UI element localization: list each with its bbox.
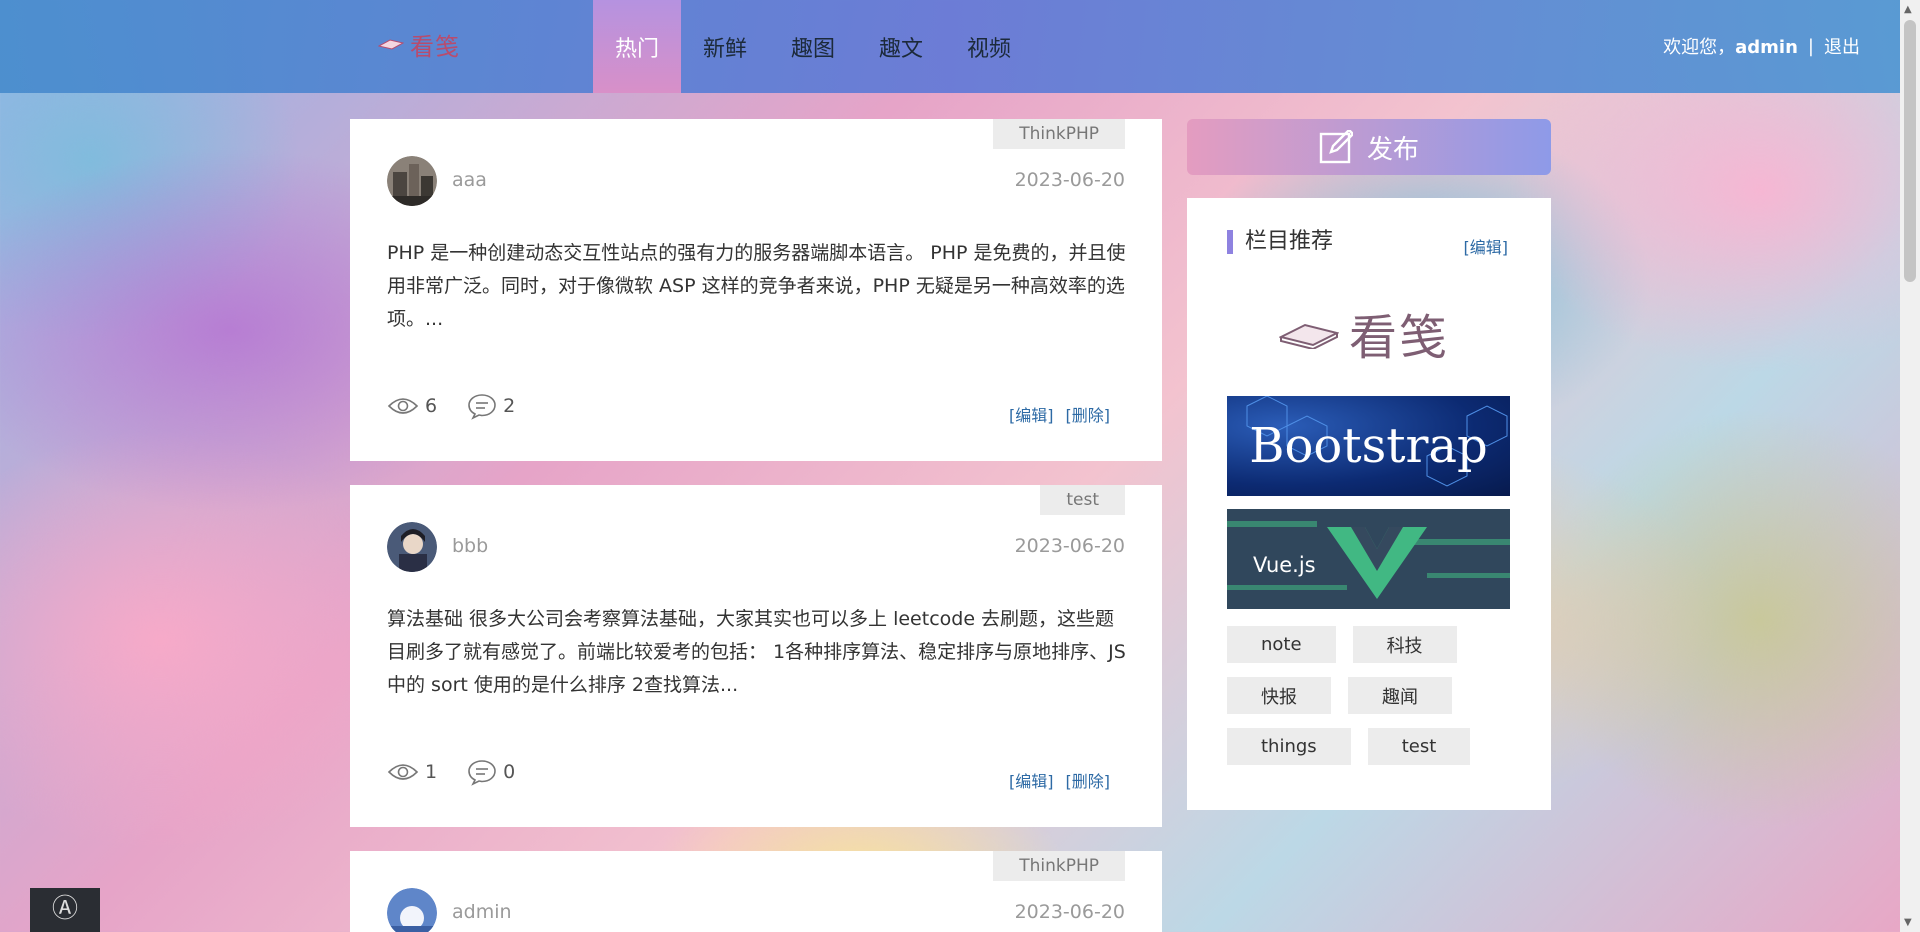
username: admin xyxy=(1735,37,1798,58)
panel-edit-link[interactable]: [编辑] xyxy=(1464,234,1509,258)
avatar[interactable] xyxy=(387,156,437,206)
post-actions: [编辑] [删除] xyxy=(1009,768,1110,792)
views-stat: 6 xyxy=(387,395,437,417)
site-logo[interactable]: 看笺 xyxy=(378,26,460,62)
nav-item-videos[interactable]: 视频 xyxy=(945,0,1033,93)
publish-label: 发布 xyxy=(1366,134,1419,165)
panel-title: 栏目推荐 xyxy=(1227,230,1333,254)
vue-banner-text: Vue.js xyxy=(1253,553,1316,577)
comment-icon xyxy=(468,760,496,786)
bootstrap-banner-text: Bootstrap xyxy=(1249,418,1488,474)
delete-link[interactable]: [删除] xyxy=(1066,402,1111,426)
logo-text: 看笺 xyxy=(410,32,460,61)
post-author[interactable]: aaa xyxy=(452,169,487,191)
views-count: 1 xyxy=(425,761,438,783)
comment-icon xyxy=(468,394,496,420)
logout-link[interactable]: 退出 xyxy=(1824,33,1860,59)
post-card: ThinkPHP aaa 2023-06-20 PHP 是一种创建动态交互性站点… xyxy=(350,119,1162,461)
scroll-down-arrow-icon[interactable]: ▼ xyxy=(1904,917,1912,928)
post-date: 2023-06-20 xyxy=(1014,535,1125,557)
comments-count: 0 xyxy=(503,761,516,783)
eye-icon xyxy=(387,764,419,780)
bootstrap-banner[interactable]: Bootstrap xyxy=(1227,396,1510,496)
main-nav: 热门 新鲜 趣图 趣文 视频 xyxy=(593,0,1033,93)
scroll-thumb[interactable] xyxy=(1904,20,1916,282)
edit-link[interactable]: [编辑] xyxy=(1009,402,1054,426)
post-excerpt[interactable]: PHP 是一种创建动态交互性站点的强有力的服务器端脚本语言。 PHP 是免费的，… xyxy=(387,237,1127,336)
post-category-tag[interactable]: test xyxy=(1040,485,1125,515)
nav-item-fun-articles[interactable]: 趣文 xyxy=(857,0,945,93)
edit-icon xyxy=(1319,130,1353,164)
tag-chip[interactable]: 趣闻 xyxy=(1348,677,1452,714)
tag-chip[interactable]: 快报 xyxy=(1227,677,1331,714)
panel-logo: 看笺 xyxy=(1279,298,1449,368)
post-date: 2023-06-20 xyxy=(1014,169,1125,191)
user-box: 欢迎您，admin | 退出 xyxy=(1663,33,1860,59)
scroll-up-arrow-icon[interactable]: ▲ xyxy=(1904,4,1912,15)
book-icon xyxy=(378,39,404,50)
post-excerpt[interactable]: 算法基础 很多大公司会考察算法基础，大家其实也可以多上 leetcode 去刷题… xyxy=(387,603,1127,702)
recommend-panel: 栏目推荐 [编辑] 看笺 Bootstrap Vue.js note 科技 快报… xyxy=(1187,198,1551,810)
separator: | xyxy=(1807,35,1814,57)
eye-icon xyxy=(387,398,419,414)
tag-chip[interactable]: 科技 xyxy=(1352,626,1457,663)
post-card: ThinkPHP admin 2023-06-20 xyxy=(350,851,1162,932)
post-stats: 6 2 xyxy=(387,392,537,420)
post-category-tag[interactable]: ThinkPHP xyxy=(993,119,1125,149)
post-author[interactable]: bbb xyxy=(452,535,488,557)
tag-cloud: note 科技 快报 趣闻 things test xyxy=(1227,626,1517,765)
post-date: 2023-06-20 xyxy=(1014,901,1125,923)
avatar[interactable] xyxy=(387,522,437,572)
vue-banner[interactable]: Vue.js xyxy=(1227,509,1510,609)
top-navbar: 看笺 热门 新鲜 趣图 趣文 视频 欢迎您，admin | 退出 xyxy=(0,0,1900,93)
tag-chip[interactable]: note xyxy=(1227,626,1336,663)
nav-item-hot[interactable]: 热门 xyxy=(593,0,681,93)
page-scrollbar[interactable]: ▲ ▼ xyxy=(1900,0,1920,932)
book-icon xyxy=(1279,323,1339,349)
comments-count: 2 xyxy=(503,395,516,417)
post-category-tag[interactable]: ThinkPHP xyxy=(993,851,1125,881)
views-count: 6 xyxy=(425,395,438,417)
post-stats: 1 0 xyxy=(387,758,537,786)
avatar[interactable] xyxy=(387,888,437,932)
corner-artwork: Ⓐ xyxy=(30,888,100,932)
nav-item-fun-images[interactable]: 趣图 xyxy=(769,0,857,93)
comments-stat[interactable]: 2 xyxy=(467,392,515,420)
edit-link[interactable]: [编辑] xyxy=(1009,768,1054,792)
views-stat: 1 xyxy=(387,761,437,783)
nav-item-fresh[interactable]: 新鲜 xyxy=(681,0,769,93)
tag-chip[interactable]: things xyxy=(1227,728,1351,765)
post-author[interactable]: admin xyxy=(452,901,512,923)
publish-button[interactable]: 发布 xyxy=(1187,119,1551,175)
tag-chip[interactable]: test xyxy=(1367,728,1471,765)
post-card: test bbb 2023-06-20 算法基础 很多大公司会考察算法基础，大家… xyxy=(350,485,1162,827)
panel-logo-text: 看笺 xyxy=(1349,310,1450,366)
comments-stat[interactable]: 0 xyxy=(467,758,515,786)
delete-link[interactable]: [删除] xyxy=(1066,768,1111,792)
welcome-text: 欢迎您，admin xyxy=(1663,37,1798,58)
post-actions: [编辑] [删除] xyxy=(1009,402,1110,426)
